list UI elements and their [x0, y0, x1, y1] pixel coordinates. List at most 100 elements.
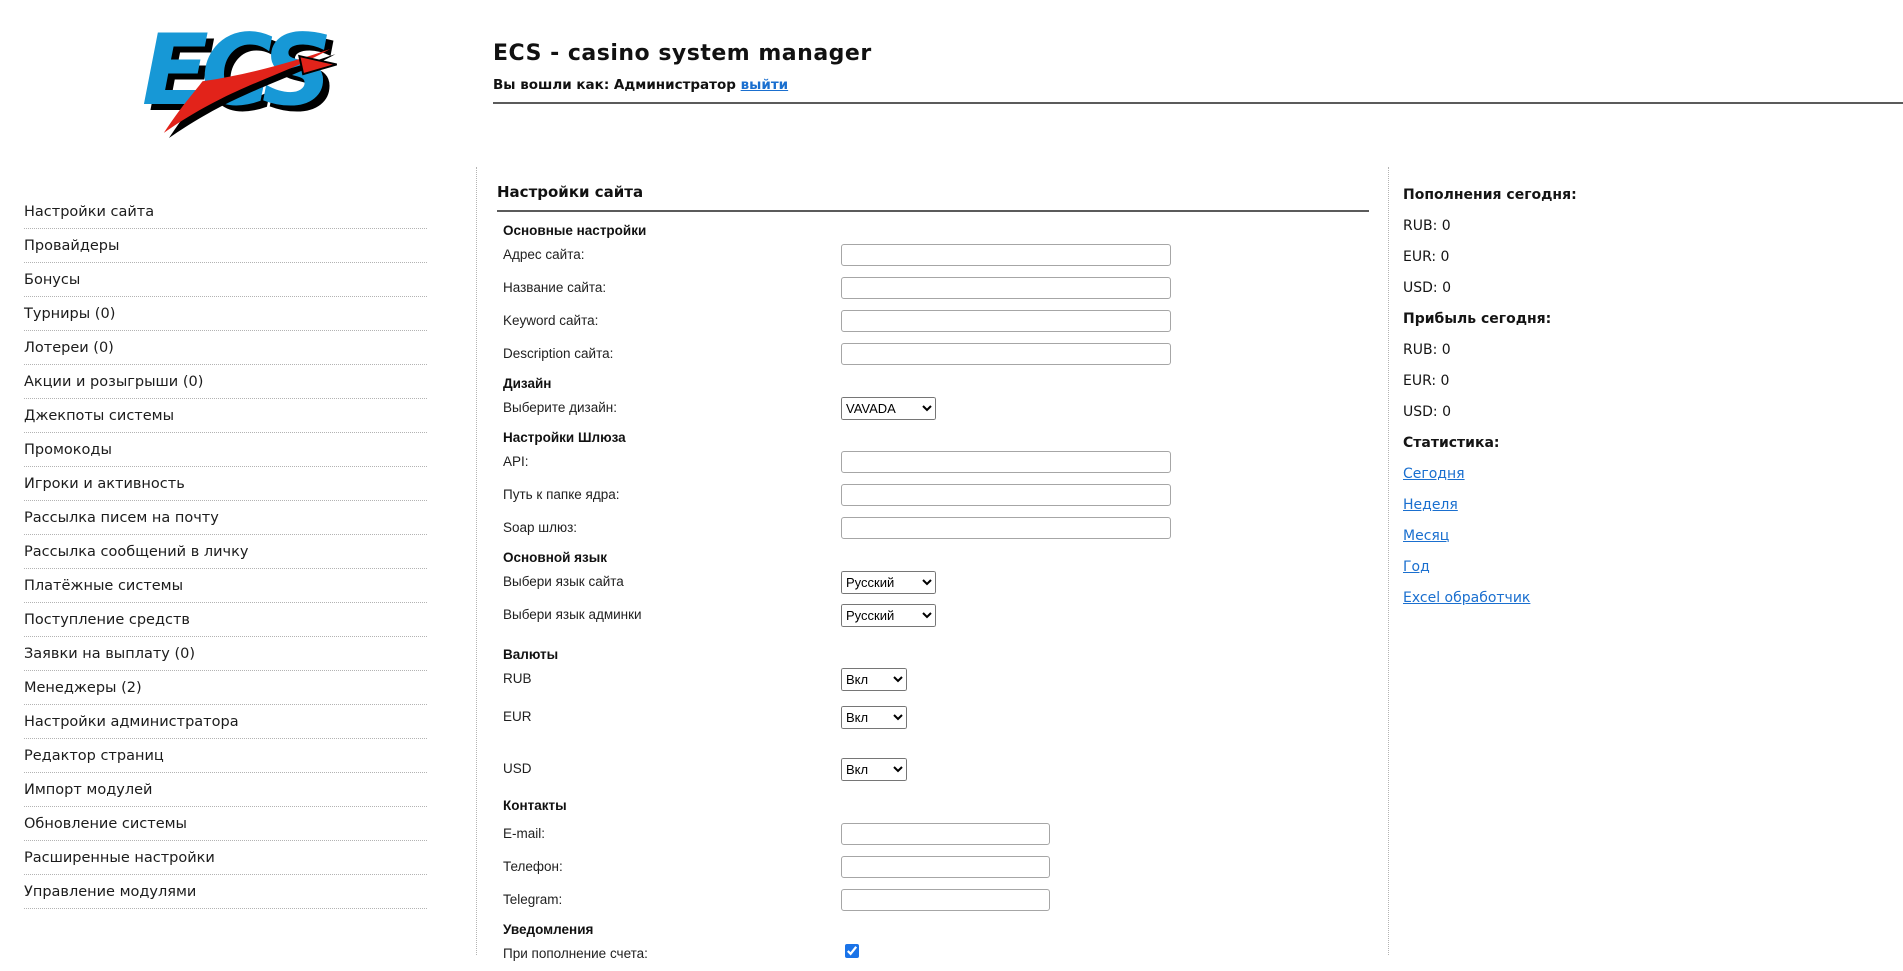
ecs-logo: ECS ECS [138, 12, 342, 149]
sidebar-item-site-settings[interactable]: Настройки сайта [24, 195, 427, 229]
design-select[interactable]: VAVADA [841, 397, 936, 420]
sidebar-item-providers[interactable]: Провайдеры [24, 229, 427, 263]
sidebar-item-system-update[interactable]: Обновление системы [24, 807, 427, 841]
eur-select[interactable]: Вкл [841, 706, 907, 729]
sidebar-item-module-import[interactable]: Импорт модулей [24, 773, 427, 807]
soap-label: Soap шлюз: [503, 520, 578, 535]
section-design: Дизайн [503, 376, 552, 391]
site-description-row: Description сайта: [497, 338, 1369, 371]
usd-select[interactable]: Вкл [841, 758, 907, 781]
site-description-label: Description сайта: [503, 346, 614, 361]
core-path-label: Путь к папке ядра: [503, 487, 620, 502]
panel-divider [497, 210, 1369, 212]
usd-row: USD Вкл [497, 753, 1369, 791]
rub-label: RUB [503, 671, 532, 686]
soap-row: Soap шлюз: [497, 512, 1369, 545]
phone-input[interactable] [841, 856, 1050, 878]
api-input[interactable] [841, 451, 1171, 473]
api-row: API: [497, 446, 1369, 479]
eur-label: EUR [503, 709, 532, 724]
sidebar-nav: Настройки сайта Провайдеры Бонусы Турнир… [0, 167, 477, 955]
profit-usd: USD: 0 [1403, 403, 1451, 420]
sidebar-item-promocodes[interactable]: Промокоды [24, 433, 427, 467]
stats-link-today[interactable]: Сегодня [1403, 466, 1465, 482]
sidebar-item-admin-settings[interactable]: Настройки администратора [24, 705, 427, 739]
site-name-input[interactable] [841, 277, 1171, 299]
site-address-input[interactable] [841, 244, 1171, 266]
sidebar-item-pm-mailing[interactable]: Рассылка сообщений в личку [24, 535, 427, 569]
content-area: Настройки сайта Провайдеры Бонусы Турнир… [0, 167, 1903, 961]
telegram-row: Telegram: [497, 884, 1369, 917]
statistics-title: Статистика: [1403, 434, 1500, 451]
sidebar-item-players[interactable]: Игроки и активность [24, 467, 427, 501]
header-divider [493, 102, 1903, 104]
site-settings-panel: Настройки сайта Основные настройки Адрес… [477, 167, 1389, 961]
section-language: Основной язык [503, 550, 608, 565]
sidebar-item-payment-systems[interactable]: Платёжные системы [24, 569, 427, 603]
section-notifications: Уведомления [503, 922, 594, 937]
sidebar-item-email-mailing[interactable]: Рассылка писем на почту [24, 501, 427, 535]
ecs-logo-graphic: ECS ECS [142, 14, 342, 139]
rub-select[interactable]: Вкл [841, 668, 907, 691]
rub-row: RUB Вкл [497, 663, 1369, 701]
admin-language-label: Выбери язык админки [503, 607, 642, 622]
email-label: E-mail: [503, 826, 546, 841]
deposit-notification-checkbox[interactable] [845, 944, 859, 958]
sidebar-item-bonuses[interactable]: Бонусы [24, 263, 427, 297]
soap-input[interactable] [841, 517, 1171, 539]
sidebar-item-jackpots[interactable]: Джекпоты системы [24, 399, 427, 433]
sidebar-item-incoming-funds[interactable]: Поступление средств [24, 603, 427, 637]
sidebar-item-advanced-settings[interactable]: Расширенные настройки [24, 841, 427, 875]
profit-rub: RUB: 0 [1403, 341, 1451, 358]
sidebar-item-managers[interactable]: Менеджеры (2) [24, 671, 427, 705]
deposits-eur: EUR: 0 [1403, 248, 1450, 265]
stats-link-month[interactable]: Месяц [1403, 528, 1449, 544]
section-currencies: Валюты [503, 647, 559, 662]
stats-link-year[interactable]: Год [1403, 559, 1430, 575]
design-label: Выберите дизайн: [503, 400, 617, 415]
site-keyword-input[interactable] [841, 310, 1171, 332]
site-keyword-row: Keyword сайта: [497, 305, 1369, 338]
app-title: ECS - casino system manager [493, 41, 872, 66]
admin-language-select[interactable]: Русский [841, 604, 936, 627]
section-gateway: Настройки Шлюза [503, 430, 626, 445]
header: ECS ECS ECS - casino system manager Вы в… [0, 0, 1903, 167]
core-path-row: Путь к папке ядра: [497, 479, 1369, 512]
deposits-rub: RUB: 0 [1403, 217, 1451, 234]
telegram-label: Telegram: [503, 892, 563, 907]
eur-row: EUR Вкл [497, 701, 1369, 739]
sidebar-item-lotteries[interactable]: Лотереи (0) [24, 331, 427, 365]
site-description-input[interactable] [841, 343, 1171, 365]
site-language-row: Выбери язык сайта Русский [497, 566, 1369, 599]
stats-panel: Пополнения сегодня: RUB: 0 EUR: 0 USD: 0… [1389, 167, 1903, 955]
site-address-row: Адрес сайта: [497, 239, 1369, 272]
deposit-notification-label: При пополнение счета: [503, 946, 648, 961]
site-name-row: Название сайта: [497, 272, 1369, 305]
panel-title: Настройки сайта [497, 183, 644, 201]
email-input[interactable] [841, 823, 1050, 845]
deposits-today-title: Пополнения сегодня: [1403, 186, 1577, 203]
phone-label: Телефон: [503, 859, 563, 874]
stats-link-excel[interactable]: Excel обработчик [1403, 590, 1530, 606]
deposits-usd: USD: 0 [1403, 279, 1451, 296]
sidebar-item-module-management[interactable]: Управление модулями [24, 875, 427, 909]
stats-link-week[interactable]: Неделя [1403, 497, 1458, 513]
site-language-label: Выбери язык сайта [503, 574, 624, 589]
site-language-select[interactable]: Русский [841, 571, 936, 594]
core-path-input[interactable] [841, 484, 1171, 506]
telegram-input[interactable] [841, 889, 1050, 911]
profit-eur: EUR: 0 [1403, 372, 1450, 389]
email-row: E-mail: [497, 818, 1369, 851]
logout-link[interactable]: выйти [741, 77, 789, 93]
design-row: Выберите дизайн: VAVADA [497, 392, 1369, 425]
site-keyword-label: Keyword сайта: [503, 313, 599, 328]
sidebar-item-tournaments[interactable]: Турниры (0) [24, 297, 427, 331]
phone-row: Телефон: [497, 851, 1369, 884]
sidebar-item-promotions[interactable]: Акции и розыгрыши (0) [24, 365, 427, 399]
admin-language-row: Выбери язык админки Русский [497, 599, 1369, 632]
section-contacts: Контакты [503, 798, 567, 813]
site-name-label: Название сайта: [503, 280, 607, 295]
login-status: Вы вошли как: Администратор выйти [493, 77, 1903, 93]
sidebar-item-payout-requests[interactable]: Заявки на выплату (0) [24, 637, 427, 671]
sidebar-item-page-editor[interactable]: Редактор страниц [24, 739, 427, 773]
